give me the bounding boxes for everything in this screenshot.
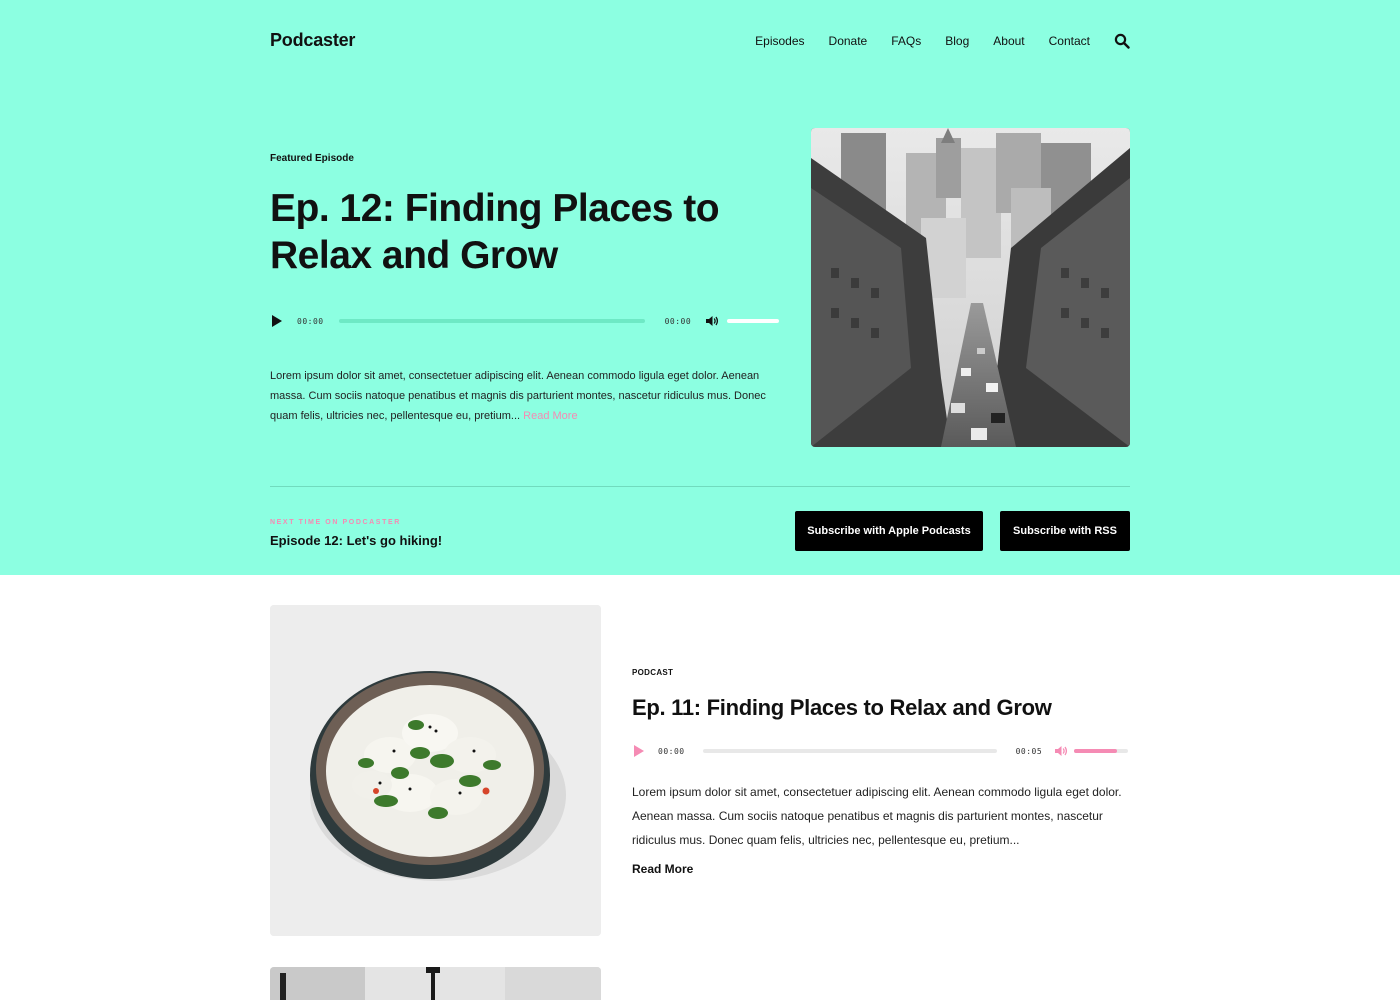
nav-episodes[interactable]: Episodes — [755, 34, 804, 48]
current-time: 00:00 — [297, 316, 324, 326]
featured-excerpt: Lorem ipsum dolor sit amet, consectetuer… — [270, 366, 780, 426]
subscribe-rss-button[interactable]: Subscribe with RSS — [1000, 511, 1130, 551]
subscribe-apple-podcasts-button[interactable]: Subscribe with Apple Podcasts — [795, 511, 983, 551]
next-episode-title: Episode 12: Let's go hiking! — [270, 533, 443, 548]
main-nav: Episodes Donate FAQs Blog About Contact — [731, 33, 1130, 49]
nav-about[interactable]: About — [993, 34, 1024, 48]
duration: 00:05 — [1015, 746, 1043, 756]
search-icon[interactable] — [1114, 33, 1130, 49]
duration: 00:00 — [664, 316, 692, 326]
nav-donate[interactable]: Donate — [829, 34, 868, 48]
play-icon[interactable] — [272, 315, 282, 327]
play-icon[interactable] — [634, 745, 644, 757]
post-audio-player: 00:00 00:05 — [634, 745, 1130, 757]
dumplings-bowl-photo — [270, 605, 601, 936]
site-title[interactable]: Podcaster — [270, 30, 355, 51]
post-image-dumplings[interactable] — [270, 605, 601, 936]
nav-contact[interactable]: Contact — [1049, 34, 1090, 48]
volume-slider[interactable] — [1074, 749, 1129, 753]
post-title[interactable]: Ep. 11: Finding Places to Relax and Grow — [632, 695, 1052, 721]
progress-bar[interactable] — [702, 749, 997, 753]
featured-image-city-street[interactable] — [811, 128, 1130, 447]
post-excerpt: Lorem ipsum dolor sit amet, consectetuer… — [632, 785, 1122, 847]
city-street-photo — [811, 128, 1130, 447]
next-post-image[interactable] — [270, 967, 601, 1000]
post-read-more-link[interactable]: Read More — [632, 862, 693, 876]
featured-excerpt-text: Lorem ipsum dolor sit amet, consectetuer… — [270, 370, 766, 422]
volume-icon[interactable] — [1054, 745, 1068, 757]
featured-audio-player: 00:00 00:00 — [272, 315, 780, 327]
volume-fill — [1074, 749, 1118, 753]
current-time: 00:00 — [658, 746, 685, 756]
interior-photo — [270, 967, 601, 1000]
nav-blog[interactable]: Blog — [945, 34, 969, 48]
volume-icon[interactable] — [705, 315, 719, 327]
featured-episode-title[interactable]: Ep. 12: Finding Places to Relax and Grow — [270, 185, 770, 279]
volume-slider[interactable] — [727, 319, 780, 323]
next-time-label: NEXT TIME ON PODCASTER — [270, 519, 401, 526]
nav-faqs[interactable]: FAQs — [891, 34, 921, 48]
featured-label: Featured Episode — [270, 153, 354, 164]
post-category[interactable]: PODCAST — [632, 668, 673, 677]
divider — [270, 486, 1130, 487]
progress-bar[interactable] — [338, 319, 645, 323]
hero-section: Podcaster Episodes Donate FAQs Blog Abou… — [0, 0, 1400, 575]
read-more-link[interactable]: Read More — [523, 410, 577, 422]
